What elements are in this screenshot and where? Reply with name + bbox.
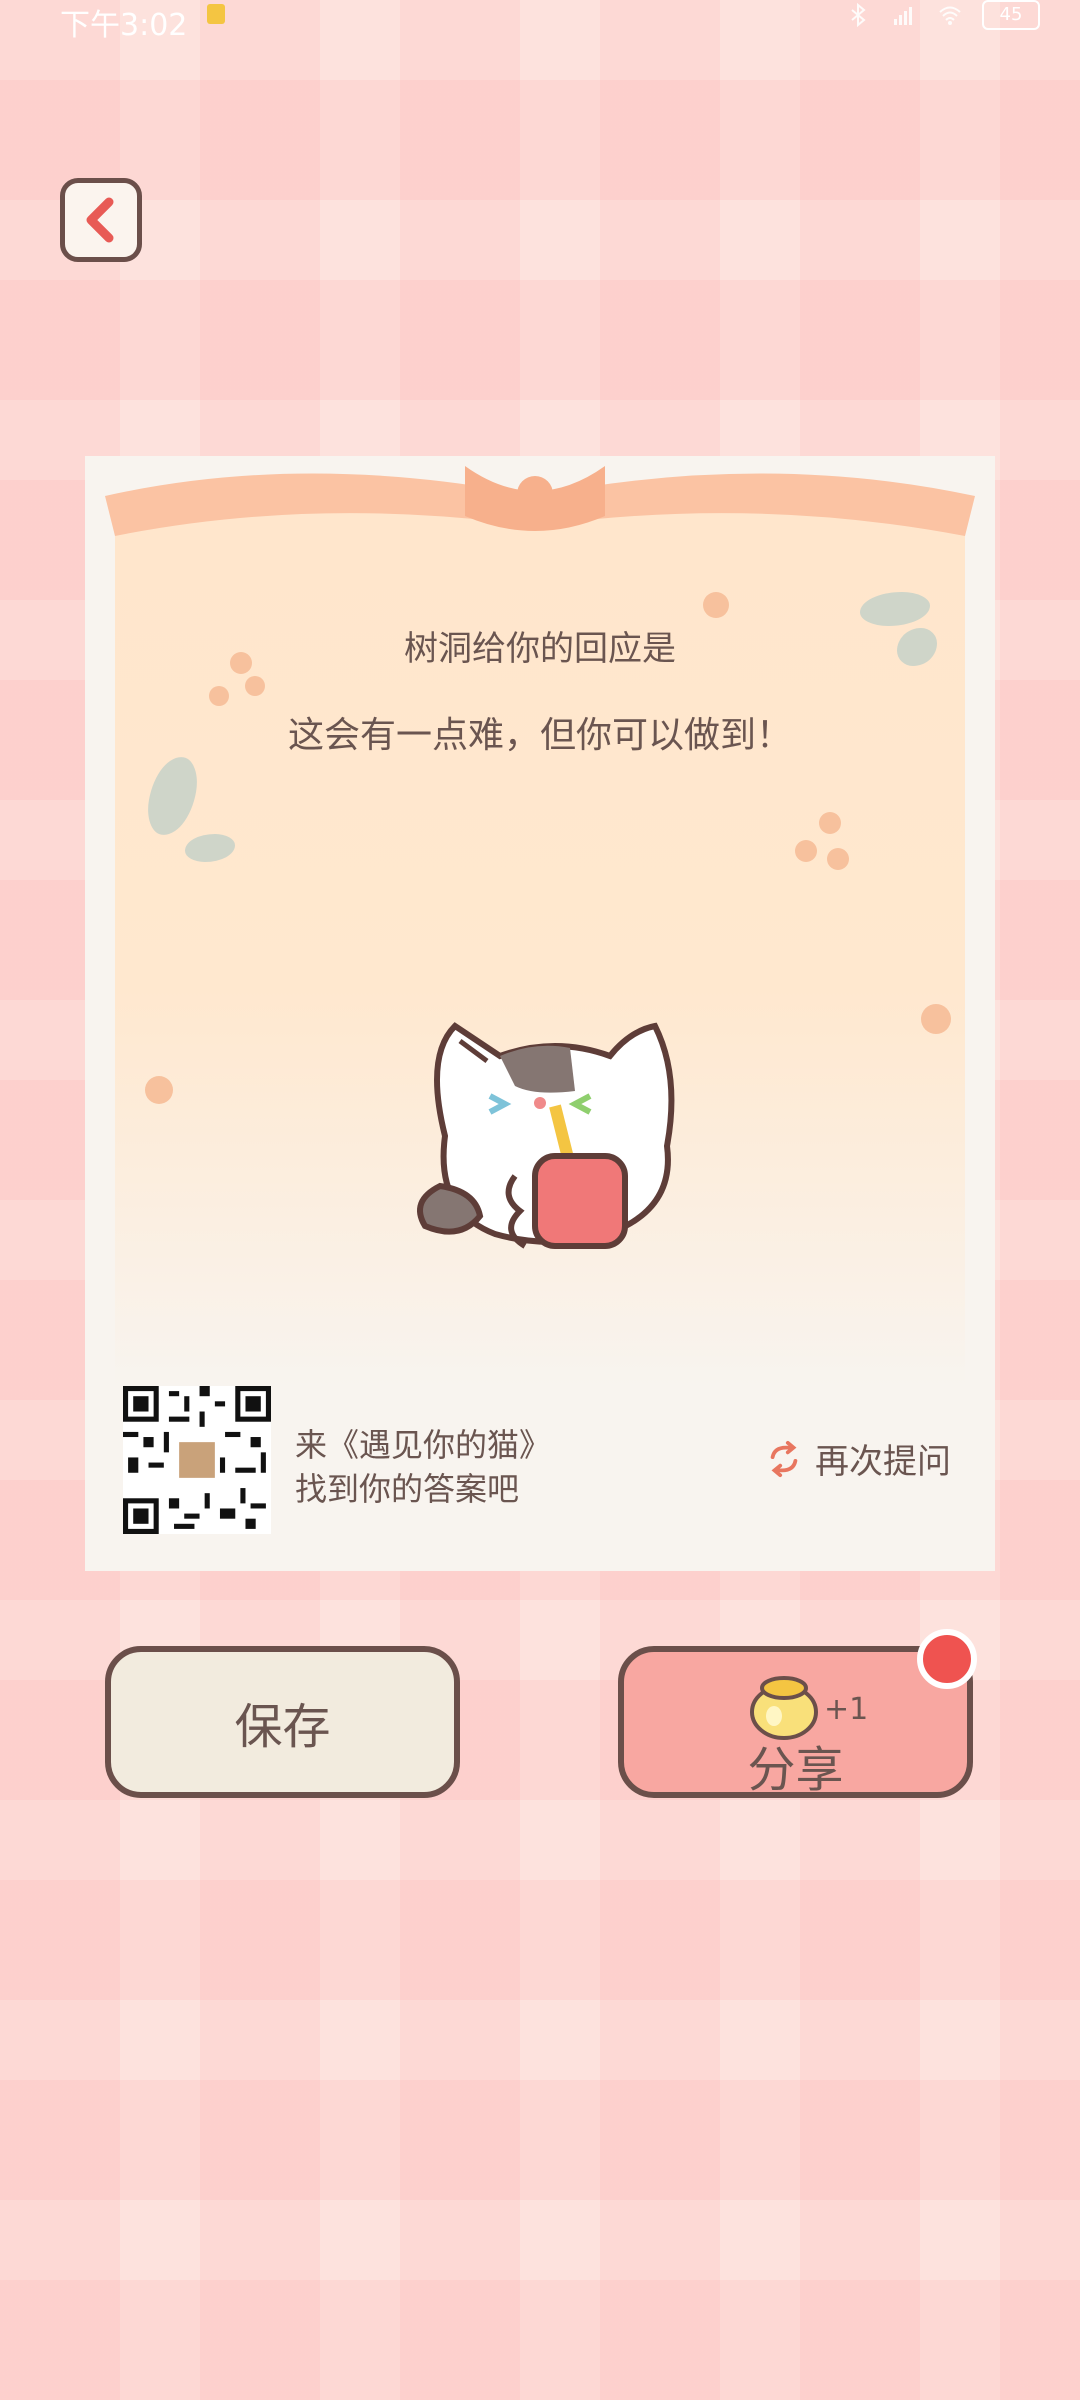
answer-card: 树洞给你的回应是 这会有一点难，但你可以做到！ 来《遇见你的猫》 找到你的答案吧 [85,456,995,1571]
wifi-icon [939,6,961,25]
bluetooth-icon [851,3,866,27]
save-label: 保存 [234,1699,331,1755]
refresh-icon [770,1440,798,1477]
ask-again-label: 再次提问 [815,1442,951,1482]
dot-decoration [703,592,729,618]
battery-indicator: 45 [982,0,1040,30]
dot-decoration [921,1004,951,1034]
ribbon-decoration [105,466,975,536]
dot-decoration [245,676,265,696]
dot-decoration [145,1076,173,1104]
card-title: 树洞给你的回应是 [404,629,676,669]
dot-decoration [795,840,817,862]
notification-dot [917,1629,977,1689]
answer-text: 这会有一点难，但你可以做到！ [287,715,792,756]
dot-decoration [827,848,849,870]
status-bar: 下午3:02 45 [0,0,1080,50]
share-reward: +1 [824,1692,869,1727]
share-label: 分享 [747,1742,844,1798]
back-button[interactable] [60,178,142,262]
ask-again-button[interactable]: 再次提问 [765,1434,951,1483]
status-time: 下午3:02 [60,8,188,43]
invite-text-line1: 来《遇见你的猫》 [295,1426,552,1464]
share-content: +1 分享 [624,1652,967,1798]
qr-code [123,1386,271,1534]
lock-icon [207,4,225,24]
dot-decoration [819,812,841,834]
save-button[interactable]: 保存 [105,1646,460,1798]
cat-illustration [417,1022,675,1249]
invite-text-line2: 找到你的答案吧 [295,1470,520,1508]
dot-decoration [209,686,229,706]
back-chevron-icon [86,197,114,243]
signal-icon [894,7,912,25]
status-icons: 45 [844,0,1040,30]
